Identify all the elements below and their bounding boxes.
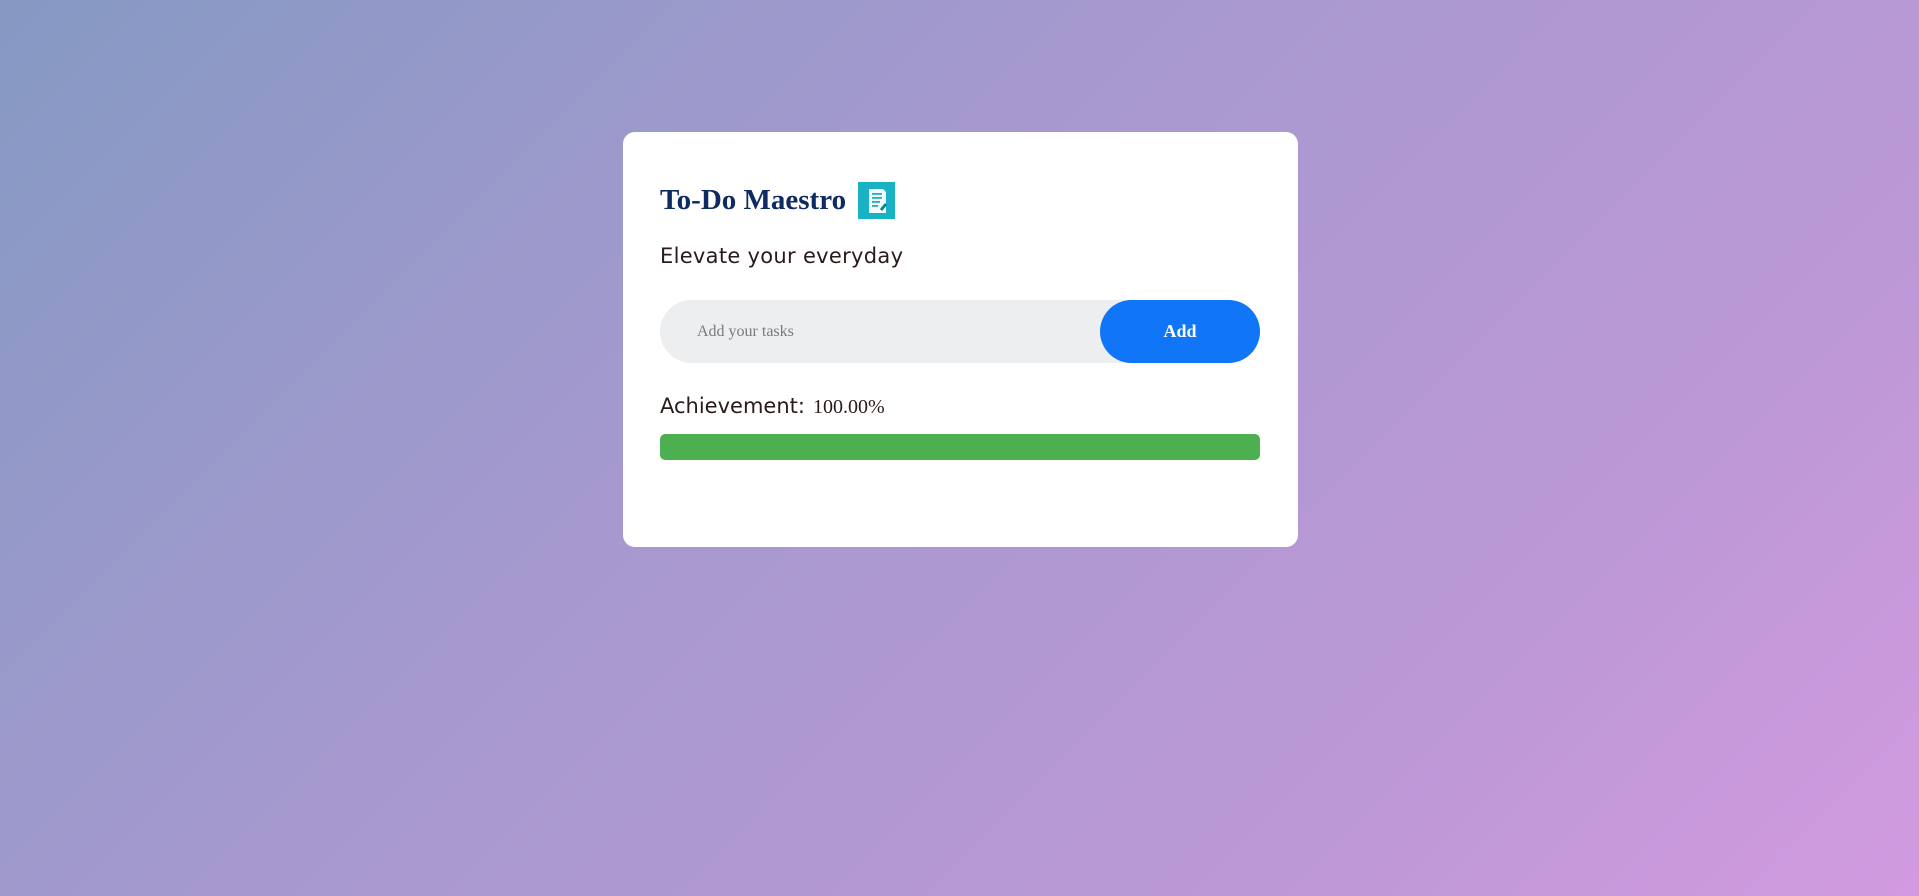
title-row: To-Do Maestro	[660, 182, 896, 219]
add-button[interactable]: Add	[1100, 300, 1260, 363]
task-input[interactable]	[660, 300, 1100, 363]
achievement-row: Achievement: 100.00%	[660, 394, 885, 419]
add-task-form: Add	[660, 300, 1260, 363]
achievement-label: Achievement:	[660, 394, 805, 418]
progress-bar	[660, 434, 1260, 460]
achievement-value: 100.00%	[812, 396, 885, 418]
page-title: To-Do Maestro	[660, 184, 847, 216]
progress-fill	[660, 434, 1260, 460]
notepad-icon	[858, 182, 896, 219]
todo-card: To-Do Maestro Elevate your everyday Add …	[623, 132, 1298, 547]
subtitle: Elevate your everyday	[660, 244, 904, 268]
